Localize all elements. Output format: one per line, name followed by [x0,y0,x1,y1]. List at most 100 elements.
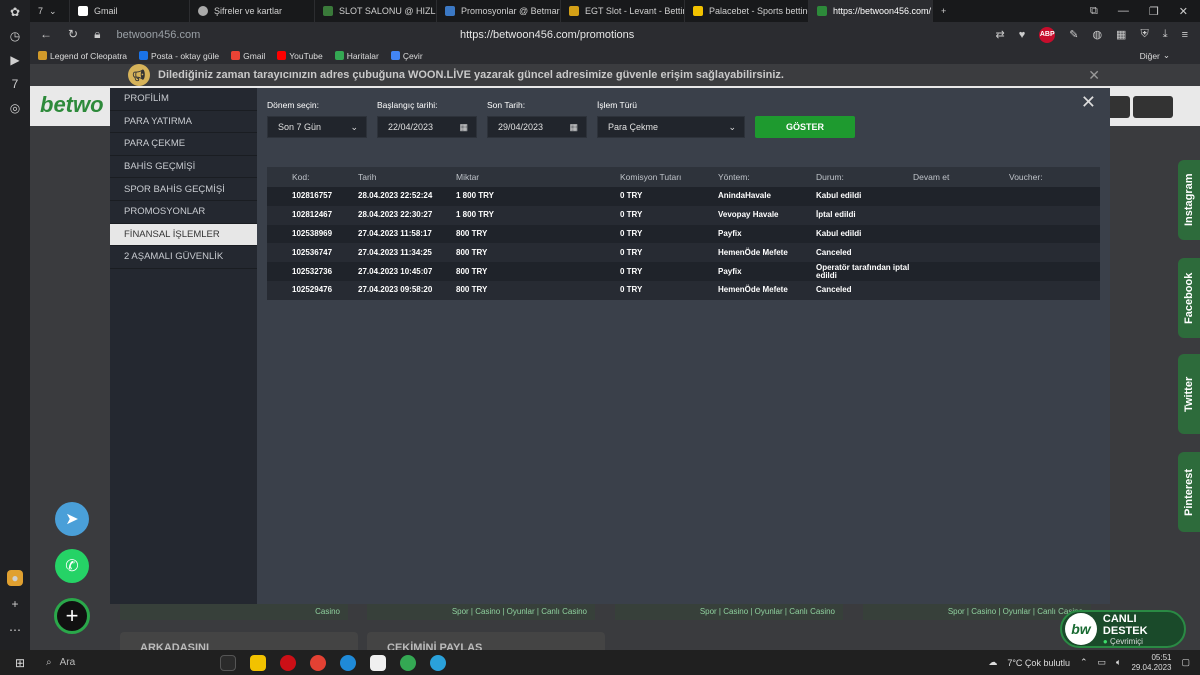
task-view-icon[interactable] [220,654,236,671]
window-controls: ⧉ — ❐ ✕ [1090,5,1200,18]
tab-menu[interactable]: 7 ⌄ [30,0,70,22]
tab-gmail[interactable]: Gmail [70,0,190,22]
extension-icon[interactable]: ● [7,570,23,586]
add-icon[interactable]: + [7,596,23,612]
telegram-taskbar-icon[interactable] [430,654,446,671]
tab-passwords[interactable]: Şifreler ve kartlar [190,0,315,22]
calendar-icon[interactable]: ▦ [459,122,468,133]
tab-egt[interactable]: EGT Slot - Levant - Betting [561,0,685,22]
edge-icon[interactable] [340,654,356,671]
snapshot-icon[interactable]: ⧉ [1090,5,1098,18]
address-domain[interactable]: betwoon456.com [116,29,200,41]
bookmark-posta[interactable]: Posta - oktay güle [139,51,219,61]
bookmark-maps[interactable]: Haritalar [334,50,379,61]
volume-icon[interactable]: 🔈︎ [1116,657,1121,668]
tab-betwoon[interactable]: https://betwoon456.com/✕ [809,0,933,22]
chrome-alt-icon[interactable] [400,654,416,671]
period-value: Son 7 Gün [278,122,322,132]
menu-item[interactable]: PARA YATIRMA [110,111,257,134]
menu-item[interactable]: PROFİLİM [110,88,257,111]
bookmark-label: Haritalar [346,50,379,61]
new-tab-button[interactable]: + [933,0,959,22]
notification-icon[interactable]: ▢ [1181,657,1190,668]
menu-icon[interactable]: ≡ [1182,29,1188,41]
bookmark-cleopatra[interactable]: Legend of Cleopatra [38,51,127,61]
settings-icon [198,6,208,16]
type-select[interactable]: Para Çekme ⌄ [597,116,745,138]
weather-text[interactable]: 7°C Çok bulutlu [1007,658,1070,668]
shield-icon[interactable]: ⛨ [1140,28,1148,41]
table-cell: 0 TRY [620,247,643,257]
translate-icon[interactable]: ⇄ [995,28,1004,41]
promo-card[interactable]: ÇEKİMİNİ PAYLAŞ [367,632,605,650]
table-cell: Canceled [816,247,852,257]
menu-item[interactable]: BAHİS GEÇMİŞİ [110,156,257,179]
tab-slot[interactable]: SLOT SALONU @ HIZLI VE [315,0,437,22]
period-select[interactable]: Son 7 Gün ⌄ [267,116,367,138]
add-button[interactable]: + [54,598,90,634]
close-modal-icon[interactable]: ✕ [1081,92,1096,113]
yandex-icon[interactable] [370,654,386,671]
file-explorer-icon[interactable] [250,654,266,671]
maximize-icon[interactable]: ❐ [1149,5,1159,18]
bookmark-icon[interactable]: ♥ [1019,29,1026,41]
close-notice-icon[interactable]: ✕ [1088,67,1100,84]
promo-strip[interactable]: Spor | Casino | Oyunlar | Canlı Casino [367,602,595,620]
promo-card[interactable]: ARKADAŞINI [120,632,358,650]
twitter-link[interactable]: Twitter [1178,354,1200,434]
pinterest-link[interactable]: Pinterest [1178,452,1200,532]
instagram-link[interactable]: Instagram [1178,160,1200,240]
pen-icon[interactable]: ✎ [1069,28,1078,41]
chrome-icon[interactable] [310,654,326,671]
live-support-button[interactable]: bw CANLI DESTEK ● Çevrimiçi [1060,610,1186,648]
address-url[interactable]: https://betwoon456.com/promotions [460,29,634,41]
bookmark-translate[interactable]: Çevir [390,51,423,61]
facebook-link[interactable]: Facebook [1178,258,1200,338]
menu-item[interactable]: FİNANSAL İŞLEMLER [110,223,257,247]
back-icon[interactable]: ← [40,27,52,42]
start-date-input[interactable]: 22/04/2023 ▦ [377,116,477,138]
bookmark-gmail[interactable]: Gmail [231,51,265,61]
tray-chevron-icon[interactable]: ⌃ [1080,657,1088,668]
network-icon[interactable]: ▭ [1098,657,1107,668]
bookmark-youtube[interactable]: YouTube [277,51,323,61]
other-bookmarks[interactable]: Diğer ⌄ [1140,50,1200,61]
promo-strip[interactable]: Spor | Casino | Oyunlar | Canlı Casino [863,602,1091,620]
minimize-icon[interactable]: — [1118,5,1129,18]
menu-item[interactable]: PROMOSYONLAR [110,201,257,224]
taskbar-search[interactable]: ⌕ Ara [40,657,210,668]
site-logo[interactable]: betwo [40,92,104,118]
online-dot-icon: ● [1102,636,1108,646]
promo-strip[interactable]: Casino [120,602,348,620]
clock[interactable]: 05:51 29.04.2023 [1131,653,1171,673]
menu-item[interactable]: 2 AŞAMALI GÜVENLİK [110,246,257,269]
bookmark-label: Legend of Cleopatra [50,50,128,61]
whatsapp-button[interactable]: ✆ [55,549,89,583]
player-icon[interactable]: ▶ [7,52,23,68]
history-icon[interactable]: ◷ [7,28,23,44]
show-button[interactable]: GÖSTER [755,116,855,138]
download-icon[interactable]: ⤓ [1163,28,1168,41]
adblock-icon[interactable]: ABP [1039,26,1056,43]
tab-betmarino[interactable]: Promosyonlar @ Betmarino [437,0,561,22]
opera-icon[interactable] [280,654,296,671]
transactions-table: Kod: Tarih Miktar Komisyon Tutarı Yöntem: Dur… [267,167,1100,300]
menu-item[interactable]: SPOR BAHİS GEÇMİŞİ [110,178,257,201]
camera-icon[interactable]: ◎ [7,100,23,116]
promo-strip[interactable]: Spor | Casino | Oyunlar | Canlı Casino [615,602,843,620]
qr-icon[interactable]: ▦ [1116,28,1126,41]
menu-item[interactable]: PARA ÇEKME [110,133,257,156]
reload-icon[interactable]: ↻ [68,27,78,42]
calendar-icon[interactable]: ▦ [569,122,578,133]
opera-menu-icon[interactable]: ✿ [7,4,23,20]
telegram-button[interactable]: ➤ [55,502,89,536]
more-icon[interactable]: ⋯ [7,622,23,638]
close-window-icon[interactable]: ✕ [1179,5,1188,18]
end-date-input[interactable]: 29/04/2023 ▦ [487,116,587,138]
windows-start-icon[interactable]: ⊞ [0,656,40,670]
language-button[interactable] [1133,96,1173,118]
tab-palacebet[interactable]: Palacebet - Sports betting, [685,0,809,22]
bookmarks-bar: Legend of Cleopatra Posta - oktay güle G… [30,47,1200,64]
vpn-icon[interactable]: ◍ [1092,28,1102,41]
tab-counter-icon[interactable]: 7 [7,76,23,92]
